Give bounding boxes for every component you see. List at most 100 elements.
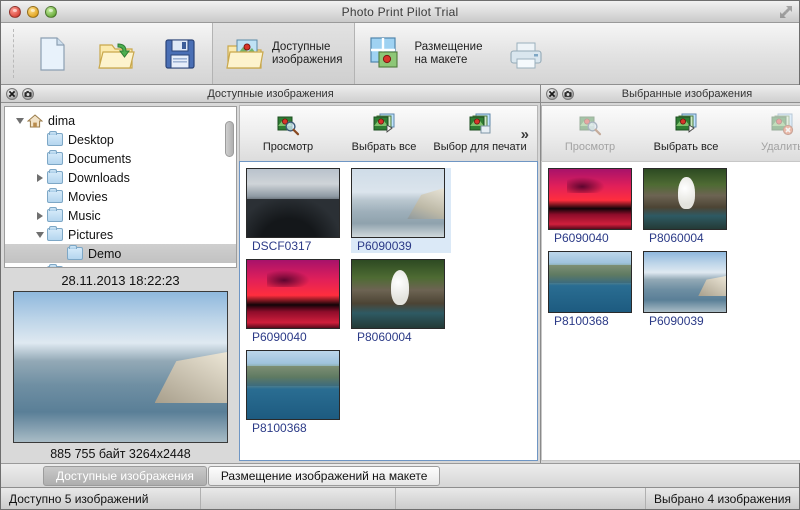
preview-date: 28.11.2013 18:22:23 [61, 273, 180, 288]
mini-button-select-for-print[interactable]: Выбор для печати [432, 106, 528, 153]
tree-item[interactable]: Desktop [5, 130, 236, 149]
resize-corner-icon[interactable] [778, 4, 794, 20]
right-panel-header: Выбранные изображения [541, 85, 800, 103]
thumbnail-label: P8100368 [554, 314, 609, 328]
open-folder-button[interactable] [84, 23, 148, 84]
tree-twisty[interactable] [33, 173, 47, 182]
tree-item-label: Music [68, 208, 101, 223]
thumbnail-item[interactable]: P8060004 [643, 168, 733, 245]
thumbnail-label: P8060004 [357, 330, 412, 344]
open-folder-icon [98, 42, 135, 69]
available-images-tool-button[interactable]: Доступные изображения [212, 23, 356, 84]
thumbnail-image [351, 259, 445, 329]
tree-item-label: Foto [68, 266, 93, 268]
main-toolbar: Доступные изображения Размещение на маке… [1, 23, 799, 85]
tree-item[interactable]: Demo [5, 244, 236, 263]
mini-button-label: Просмотр [564, 141, 616, 153]
mini-button-label: Выбрать все [351, 141, 417, 153]
new-document-button[interactable] [20, 23, 84, 84]
printer-icon [510, 42, 543, 68]
selected-images-mini-toolbar: ПросмотрВыбрать всеУдалить » [541, 105, 800, 161]
tree-twisty[interactable] [33, 231, 47, 238]
tree-item-label: Pictures [68, 227, 114, 242]
toolbar-divider [13, 29, 14, 78]
tree-twisty[interactable] [13, 117, 27, 124]
folder-tree[interactable]: dima Desktop Documents Downloads Movies Music… [4, 106, 237, 268]
floppy-disk-icon [165, 38, 195, 69]
tree-item-label: Desktop [68, 132, 114, 147]
mini-button-label: Удалить [761, 141, 800, 153]
selected-images-panel: Выбранные изображения Просмотр Выбрать вс… [541, 85, 800, 463]
folder-icon [67, 245, 83, 260]
workspace: Доступные изображения dima Desktop Documen… [1, 85, 800, 463]
mini-button-select-all[interactable]: Выбрать все [638, 106, 734, 153]
chevron-right-icon [37, 173, 43, 182]
print-button[interactable] [494, 23, 558, 84]
available-images-panel: Доступные изображения dima Desktop Documen… [1, 85, 541, 463]
status-available-count: Доступно 5 изображений [1, 488, 201, 509]
thumbnail-label: P6090039 [357, 239, 412, 253]
thumbnail-image [246, 350, 340, 420]
tree-item[interactable]: Foto [5, 263, 236, 268]
thumbnail-label: P6090040 [252, 330, 307, 344]
tree-item[interactable]: Pictures [5, 225, 236, 244]
tree-item[interactable]: Downloads [5, 168, 236, 187]
left-panel-title: Доступные изображения [207, 87, 334, 100]
thumbnail-item[interactable]: P6090039 [643, 251, 733, 328]
mini-button-delete[interactable]: Удалить [734, 106, 800, 153]
thumbnail-item[interactable]: P6090040 [548, 168, 638, 245]
layout-placement-tool-button[interactable]: Размещение на макете [355, 23, 494, 84]
images-delete-icon [771, 113, 794, 136]
left-panel-body: dima Desktop Documents Downloads Movies Music… [1, 103, 540, 463]
chevron-down-icon [36, 231, 44, 238]
available-images-grid[interactable]: DSCF0317 P6090039 P6090040 P8060004 P8100368 [239, 161, 538, 461]
chevron-right-icon [37, 211, 43, 220]
layout-placement-tool-label: Размещение на макете [414, 40, 483, 66]
thumbnail-image [643, 168, 727, 230]
folder-icon [47, 150, 63, 165]
tab-layout-placement[interactable]: Размещение изображений на макете [207, 465, 441, 486]
status-cell-2 [201, 488, 396, 509]
tree-item[interactable]: Movies [5, 187, 236, 206]
save-button[interactable] [148, 23, 212, 84]
selected-images-grid[interactable]: P6090040 P8060004 P8100368 P6090039 [541, 161, 800, 461]
bottom-tabbar: Доступные изображения Размещение изображ… [1, 463, 799, 487]
mini-button-select-all[interactable]: Выбрать все [336, 106, 432, 153]
thumbnail-item[interactable]: P8100368 [246, 350, 346, 435]
mini-button-preview[interactable]: Просмотр [240, 106, 336, 153]
images-stack-icon [373, 113, 395, 133]
tab-available-images[interactable]: Доступные изображения [43, 465, 207, 486]
window-titlebar: Photo Print Pilot Trial [1, 1, 799, 23]
thumbnail-item[interactable]: P8060004 [351, 259, 451, 344]
tree-twisty[interactable] [33, 211, 47, 220]
tree-item[interactable]: Music [5, 206, 236, 225]
new-document-icon [40, 36, 65, 71]
thumbnail-item[interactable]: P6090040 [246, 259, 346, 344]
mini-button-label: Выбрать все [653, 141, 719, 153]
images-stack-icon [675, 113, 697, 133]
tree-item-label: Documents [68, 151, 132, 166]
thumbnail-label: P6090040 [554, 231, 609, 245]
folder-icon [47, 169, 63, 184]
status-selected-count: Выбрано 4 изображения [654, 491, 791, 506]
chevron-down-icon [16, 117, 24, 124]
tree-scrollbar-thumb[interactable] [225, 121, 234, 157]
thumbnail-item[interactable]: P6090039 [351, 168, 451, 253]
app-window: Photo Print Pilot Trial Доступные изобра… [0, 0, 800, 510]
images-print-icon [469, 113, 491, 134]
thumbnail-image [246, 259, 340, 329]
thumbnail-item[interactable]: DSCF0317 [246, 168, 346, 253]
thumbnail-item[interactable]: P8100368 [548, 251, 638, 328]
chevron-double-right-icon[interactable]: » [521, 126, 529, 143]
tree-item[interactable]: dima [5, 111, 236, 130]
folder-icon [47, 188, 63, 203]
layout-photo-icon [370, 36, 398, 68]
thumbnail-label: P8060004 [649, 231, 704, 245]
folder-icon [47, 264, 63, 267]
tree-item-label: Downloads [68, 170, 130, 185]
tree-item[interactable]: Documents [5, 149, 236, 168]
folder-icon [47, 207, 63, 222]
mini-button-preview[interactable]: Просмотр [542, 106, 638, 153]
image-magnifier-icon [579, 116, 602, 136]
preview-info: 885 755 байт 3264x2448 [50, 447, 191, 461]
